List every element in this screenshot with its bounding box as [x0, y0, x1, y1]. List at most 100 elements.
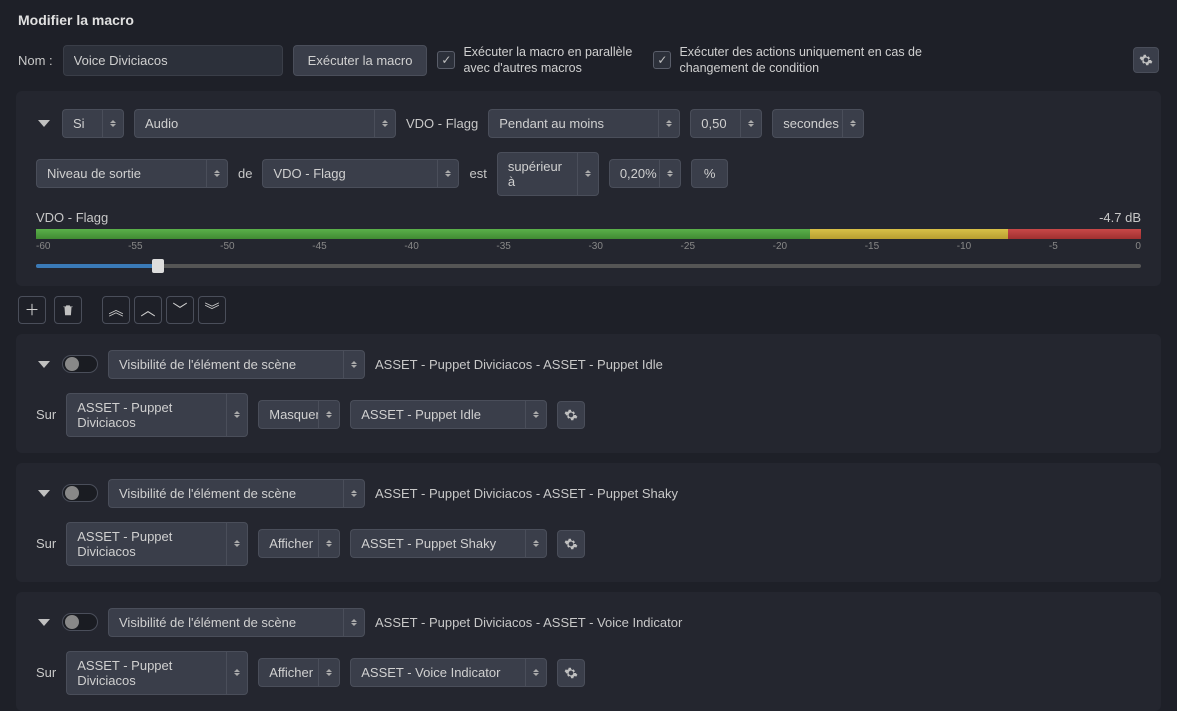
gear-icon: [564, 408, 578, 422]
chevron-up-icon: ︿: [140, 299, 155, 320]
on-label: Sur: [36, 665, 56, 680]
condition-change-checkbox[interactable]: ✓: [653, 51, 671, 69]
audio-meter: VDO - Flagg -4.7 dB -60-55-50-45-40-35-3…: [36, 210, 1141, 268]
if-select[interactable]: Si: [62, 109, 102, 138]
dialog-title: Modifier la macro: [0, 0, 1177, 36]
scene-select[interactable]: ASSET - Puppet Diviciacos: [66, 522, 226, 566]
on-label: Sur: [36, 407, 56, 422]
action-enable-toggle[interactable]: [62, 613, 98, 631]
run-macro-button[interactable]: Exécuter la macro: [293, 45, 428, 76]
collapse-toggle[interactable]: [36, 614, 52, 630]
on-label: Sur: [36, 536, 56, 551]
action-description: ASSET - Puppet Diviciacos - ASSET - Pupp…: [375, 357, 663, 372]
action-toolbar: ＋ ︽ ︿ ﹀ ︾: [0, 296, 1177, 334]
spinner-arrows-icon[interactable]: [206, 159, 228, 188]
dropdown-arrow-icon[interactable]: [343, 350, 365, 379]
spinner-arrows-icon[interactable]: [226, 522, 248, 566]
action-type-select[interactable]: Visibilité de l'élément de scène: [108, 479, 343, 508]
action-description: ASSET - Puppet Diviciacos - ASSET - Voic…: [375, 615, 682, 630]
triangle-down-icon: [38, 619, 50, 626]
slider-thumb[interactable]: [152, 259, 164, 273]
scene-select[interactable]: ASSET - Puppet Diviciacos: [66, 393, 226, 437]
move-up-button[interactable]: ︿: [134, 296, 162, 324]
action-panel: Visibilité de l'élément de scène ASSET -…: [16, 463, 1161, 582]
plus-icon: ＋: [24, 299, 39, 320]
collapse-toggle[interactable]: [36, 356, 52, 372]
of-label: de: [238, 166, 252, 181]
dropdown-arrow-icon[interactable]: [343, 479, 365, 508]
macro-name-input[interactable]: [63, 45, 283, 76]
delete-action-button[interactable]: [54, 296, 82, 324]
dropdown-arrow-icon[interactable]: [343, 608, 365, 637]
action-panel: Visibilité de l'élément de scène ASSET -…: [16, 592, 1161, 711]
spinner-arrows-icon[interactable]: [740, 109, 762, 138]
action-type-select[interactable]: Visibilité de l'élément de scène: [108, 350, 343, 379]
action-description: ASSET - Puppet Diviciacos - ASSET - Pupp…: [375, 486, 678, 501]
condition-change-label: Exécuter des actions uniquement en cas d…: [679, 44, 959, 77]
meter-ticks: -60-55-50-45-40-35-30-25-20-15-10-50: [36, 241, 1141, 252]
action-enable-toggle[interactable]: [62, 484, 98, 502]
percent-button[interactable]: %: [691, 159, 729, 188]
condition-panel: Si Audio VDO - Flagg Pendant au moins 0,…: [16, 91, 1161, 286]
duration-unit-select[interactable]: secondes: [772, 109, 842, 138]
visibility-mode-select[interactable]: Afficher: [258, 658, 318, 687]
spinner-arrows-icon[interactable]: [318, 529, 340, 558]
settings-button[interactable]: [1133, 47, 1159, 73]
gear-icon: [564, 666, 578, 680]
action-settings-button[interactable]: [557, 530, 585, 558]
collapse-toggle[interactable]: [36, 485, 52, 501]
parallel-checkbox[interactable]: ✓: [437, 51, 455, 69]
metric-select[interactable]: Niveau de sortie: [36, 159, 206, 188]
is-label: est: [469, 166, 486, 181]
comparator-select[interactable]: supérieur à: [497, 152, 577, 196]
visibility-mode-select[interactable]: Masquer: [258, 400, 318, 429]
action-type-select[interactable]: Visibilité de l'élément de scène: [108, 608, 343, 637]
triangle-down-icon: [38, 490, 50, 497]
gear-icon: [1139, 53, 1153, 67]
double-chevron-up-icon: ︽: [108, 299, 123, 320]
dropdown-arrow-icon[interactable]: [437, 159, 459, 188]
meter-source-label: VDO - Flagg: [36, 210, 108, 225]
spinner-arrows-icon[interactable]: [577, 152, 599, 196]
dropdown-arrow-icon[interactable]: [374, 109, 396, 138]
spinner-arrows-icon[interactable]: [318, 658, 340, 687]
action-settings-button[interactable]: [557, 401, 585, 429]
action-settings-button[interactable]: [557, 659, 585, 687]
spinner-arrows-icon[interactable]: [525, 529, 547, 558]
meter-bar: [36, 229, 1141, 239]
duration-value-input[interactable]: 0,50: [690, 109, 740, 138]
macro-top-row: Nom : Exécuter la macro ✓ Exécuter la ma…: [0, 36, 1177, 91]
chevron-down-icon: ﹀: [172, 299, 187, 320]
visibility-mode-select[interactable]: Afficher: [258, 529, 318, 558]
move-bottom-button[interactable]: ︾: [198, 296, 226, 324]
spinner-arrows-icon[interactable]: [102, 109, 124, 138]
triangle-down-icon: [38, 120, 50, 127]
source-select[interactable]: VDO - Flagg: [262, 159, 437, 188]
add-action-button[interactable]: ＋: [18, 296, 46, 324]
move-down-button[interactable]: ﹀: [166, 296, 194, 324]
threshold-slider[interactable]: [36, 264, 1141, 268]
parallel-label: Exécuter la macro en parallèle avec d'au…: [463, 44, 643, 77]
triangle-down-icon: [38, 361, 50, 368]
source-label: VDO - Flagg: [406, 116, 478, 131]
trash-icon: [61, 303, 75, 317]
spinner-arrows-icon[interactable]: [658, 109, 680, 138]
name-label: Nom :: [18, 53, 53, 68]
spinner-arrows-icon[interactable]: [226, 393, 248, 437]
scene-item-select[interactable]: ASSET - Voice Indicator: [350, 658, 525, 687]
spinner-arrows-icon[interactable]: [659, 159, 681, 188]
action-enable-toggle[interactable]: [62, 355, 98, 373]
move-top-button[interactable]: ︽: [102, 296, 130, 324]
collapse-toggle[interactable]: [36, 115, 52, 131]
dropdown-arrow-icon[interactable]: [842, 109, 864, 138]
scene-item-select[interactable]: ASSET - Puppet Shaky: [350, 529, 525, 558]
gear-icon: [564, 537, 578, 551]
spinner-arrows-icon[interactable]: [318, 400, 340, 429]
duration-mode-select[interactable]: Pendant au moins: [488, 109, 658, 138]
threshold-input[interactable]: 0,20%: [609, 159, 659, 188]
meter-db-label: -4.7 dB: [1099, 210, 1141, 225]
spinner-arrows-icon[interactable]: [525, 400, 547, 429]
scene-item-select[interactable]: ASSET - Puppet Idle: [350, 400, 525, 429]
condition-type-select[interactable]: Audio: [134, 109, 374, 138]
spinner-arrows-icon[interactable]: [525, 658, 547, 687]
